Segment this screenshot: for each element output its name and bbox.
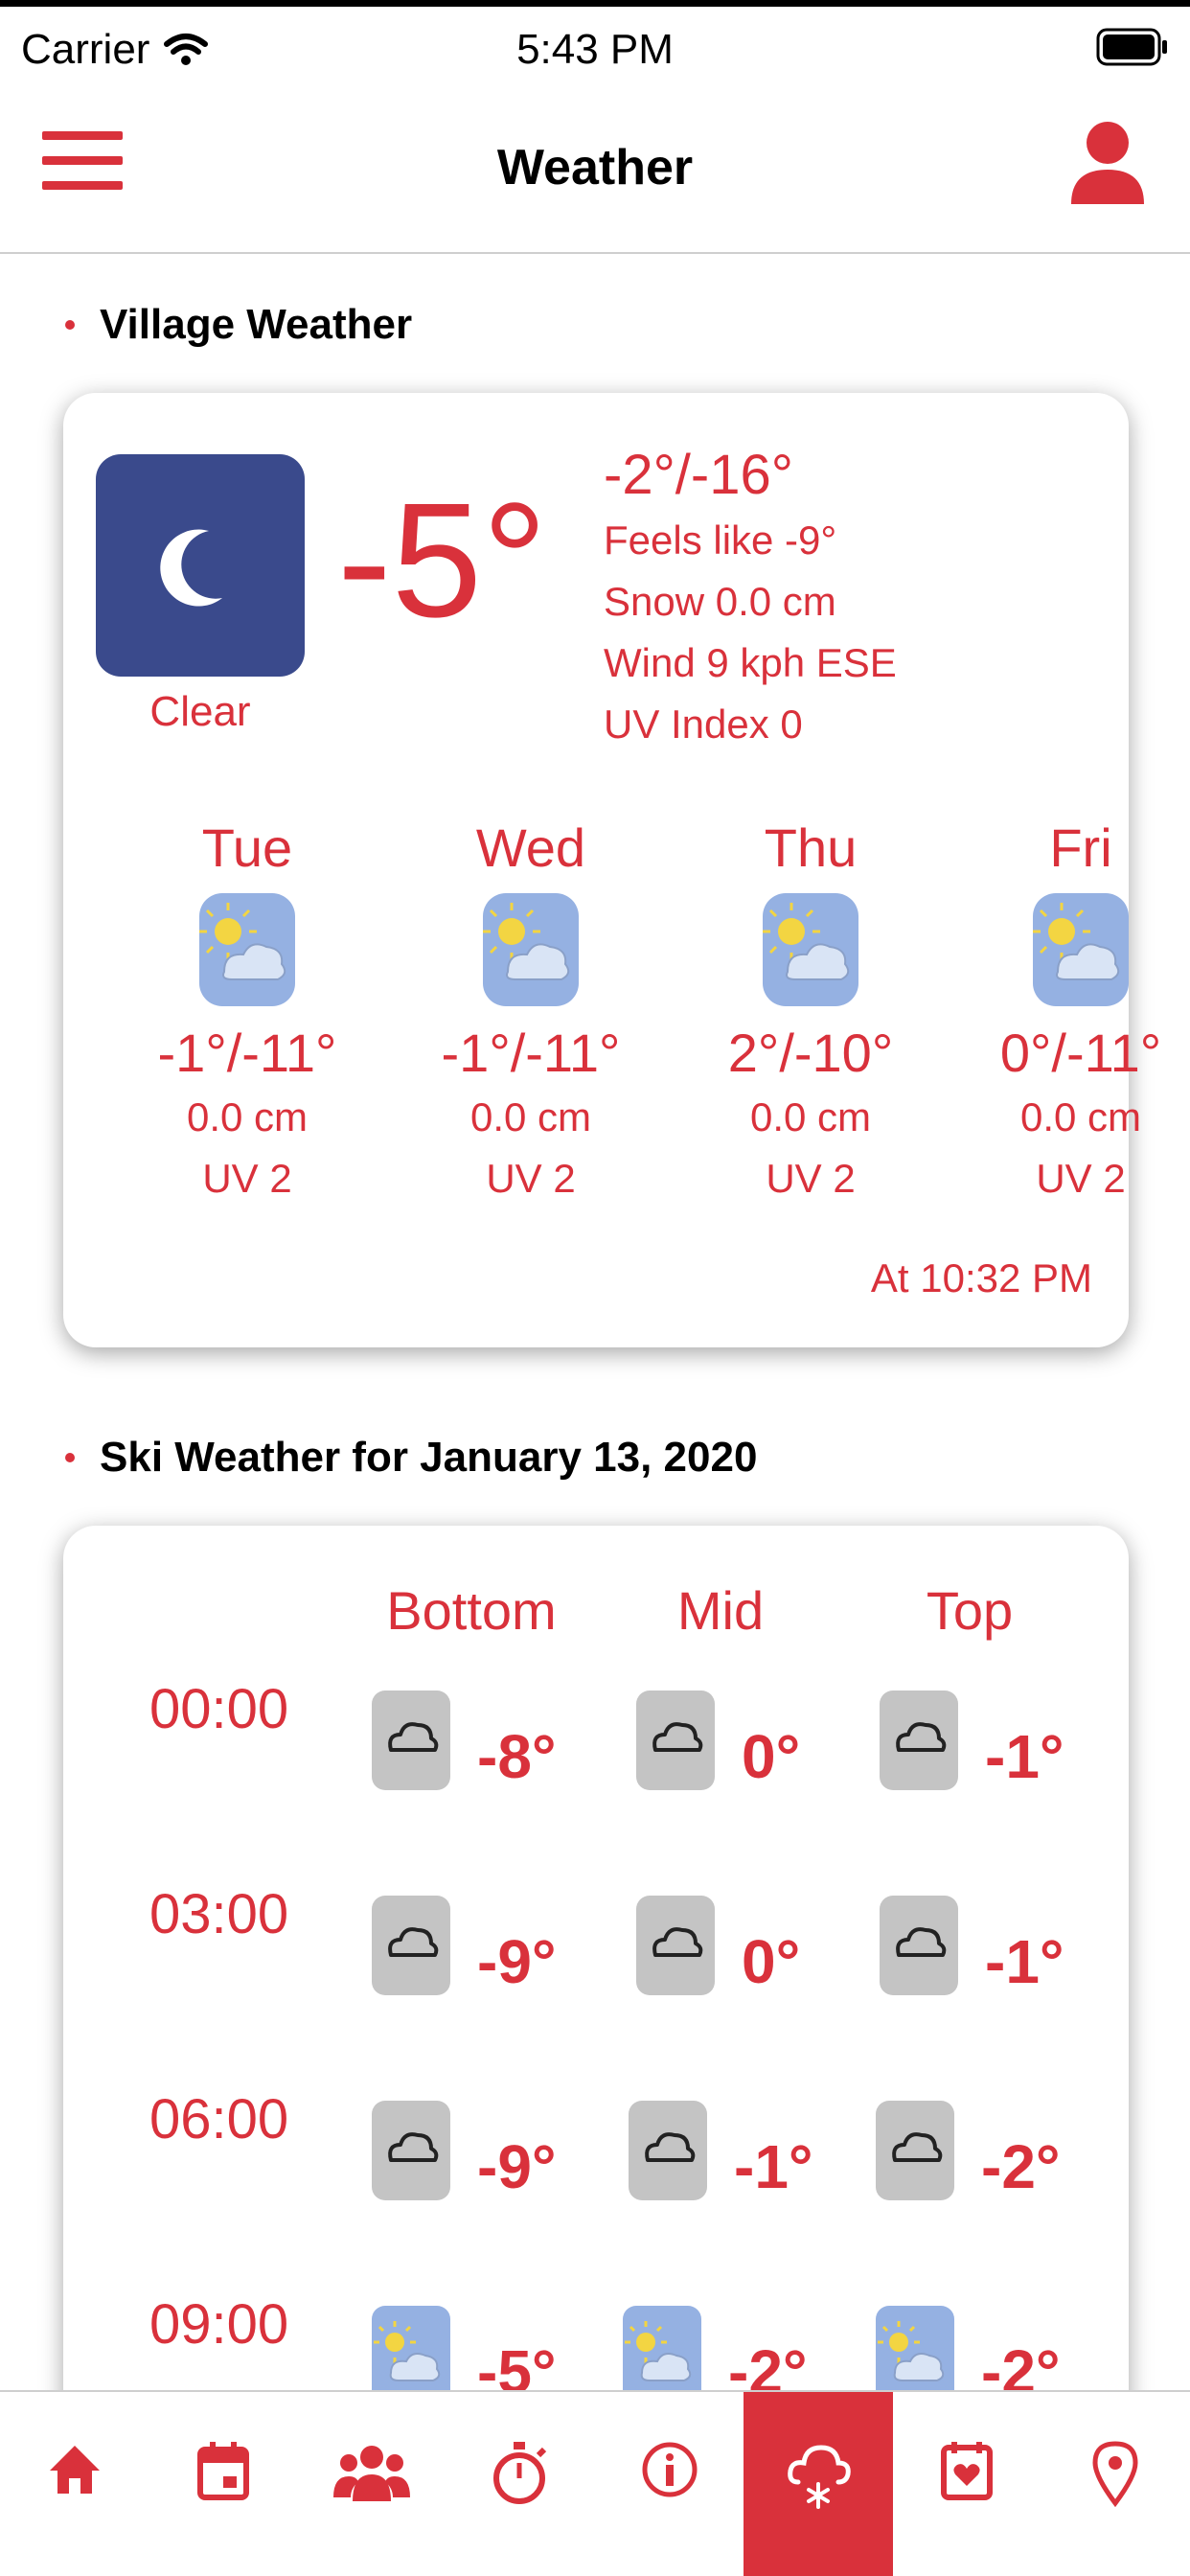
info-icon	[642, 2442, 698, 2497]
village-section-title: Village Weather	[65, 301, 412, 349]
tab-weather[interactable]	[744, 2392, 893, 2576]
ski-section-title: Ski Weather for January 13, 2020	[65, 1434, 757, 1482]
top-cell: -2°	[876, 2099, 1061, 2202]
tab-stopwatch[interactable]	[446, 2392, 595, 2576]
top-cell: -1°	[880, 1689, 1064, 1792]
village-weather-card: Clear -5° -2°/-16° Feels like -9° Snow 0…	[63, 393, 1161, 1347]
cloud-icon	[876, 2101, 954, 2200]
tab-location[interactable]	[1041, 2392, 1190, 2576]
tab-group[interactable]	[298, 2392, 446, 2576]
mid-cell: 0°	[636, 1689, 800, 1792]
cloud-icon	[372, 2101, 450, 2200]
current-details: -2°/-16° Feels like -9° Snow 0.0 cm Wind…	[604, 441, 897, 755]
status-bar: Carrier 5:43 PM	[0, 7, 1190, 93]
forecast-day: Tue -1°/-11° 0.0 cm UV 2	[157, 817, 337, 1201]
status-time: 5:43 PM	[516, 26, 674, 73]
bottom-cell: -9°	[372, 1894, 557, 1997]
moon-icon	[96, 454, 305, 677]
calendar-icon	[196, 2442, 249, 2500]
mid-cell: 0°	[636, 1894, 800, 1997]
forecast-day: Wed -1°/-11° 0.0 cm UV 2	[441, 817, 621, 1201]
tab-calendar[interactable]	[149, 2392, 297, 2576]
cloud-icon	[880, 1896, 958, 1995]
home-icon	[49, 2446, 100, 2494]
row-time: 03:00	[149, 1883, 289, 1945]
wind: Wind 9 kph ESE	[604, 640, 897, 685]
uv-index: UV Index 0	[604, 702, 803, 747]
partly-cloudy-icon	[1033, 893, 1129, 1006]
tab-info[interactable]	[595, 2392, 744, 2576]
mid-cell: -1°	[629, 2099, 813, 2202]
page-title: Weather	[496, 140, 694, 196]
cloud-icon	[636, 1690, 715, 1790]
cloud-icon	[372, 1690, 450, 1790]
column-mid: Mid	[676, 1580, 765, 1641]
partly-cloudy-icon	[199, 893, 295, 1006]
cloud-icon	[880, 1690, 958, 1790]
bottom-cell: -8°	[372, 1689, 557, 1792]
top-edge	[0, 0, 1190, 7]
high-low: -2°/-16°	[604, 444, 793, 506]
stopwatch-icon	[493, 2442, 547, 2504]
cloud-icon	[636, 1896, 715, 1995]
bottom-cell: -9°	[372, 2099, 557, 2202]
current-condition: Clear	[149, 688, 251, 735]
row-time: 09:00	[149, 2293, 289, 2356]
navigation-bar: Weather	[0, 93, 1190, 254]
forecast-day: Fri 0°/-11° 0.0 cm UV 2	[999, 817, 1162, 1201]
tab-pass[interactable]	[893, 2392, 1041, 2576]
ski-row: 06:00 -9° -1° -2°	[63, 2082, 1129, 2273]
ski-weather-card: Bottom Mid Top 00:00 -8° 0° -1° 03:00 -9…	[63, 1526, 1129, 2446]
feels-like: Feels like -9°	[604, 518, 837, 563]
top-cell: -1°	[880, 1894, 1064, 1997]
updated-time: At 10:32 PM	[870, 1255, 1092, 1300]
snow-amount: Snow 0.0 cm	[604, 579, 836, 624]
tab-bar	[0, 2390, 1190, 2576]
partly-cloudy-icon	[763, 893, 858, 1006]
ski-row: 00:00 -8° 0° -1°	[63, 1671, 1129, 1863]
cloud-icon	[629, 2101, 707, 2200]
tab-home[interactable]	[0, 2392, 149, 2576]
column-top: Top	[926, 1580, 1014, 1641]
row-time: 06:00	[149, 2088, 289, 2150]
ski-row: 03:00 -9° 0° -1°	[63, 1876, 1129, 2068]
row-time: 00:00	[149, 1678, 289, 1740]
column-bottom: Bottom	[386, 1580, 557, 1641]
cloud-icon	[372, 1896, 450, 1995]
location-pin-icon	[1092, 2441, 1138, 2507]
current-temperature: -5°	[337, 470, 548, 652]
partly-cloudy-icon	[483, 893, 579, 1006]
group-icon	[333, 2446, 411, 2501]
forecast-day: Thu 2°/-10° 0.0 cm UV 2	[727, 817, 894, 1201]
profile-icon[interactable]	[1067, 120, 1148, 206]
battery-icon	[1096, 28, 1167, 66]
snow-cloud-icon	[788, 2445, 851, 2509]
pass-card-icon	[941, 2442, 994, 2500]
